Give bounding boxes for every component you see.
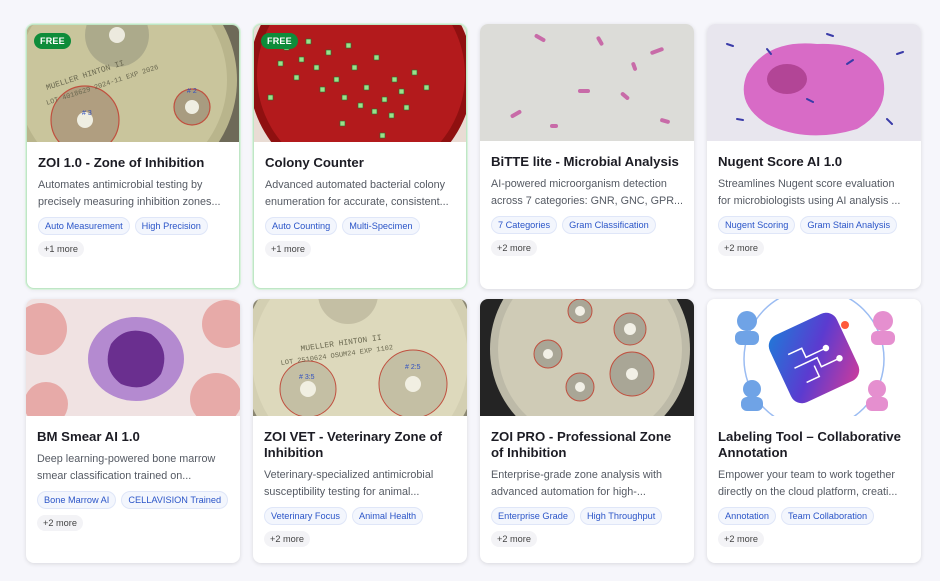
free-badge: FREE xyxy=(34,33,71,49)
tag-chip: Auto Counting xyxy=(265,217,338,235)
more-tags-chip[interactable]: +2 more xyxy=(718,240,764,256)
tag-chip: Auto Measurement xyxy=(38,217,130,235)
card-thumbnail-epithelial-cell xyxy=(707,24,921,141)
tag-chip: Gram Classification xyxy=(562,216,656,234)
card-title: Labeling Tool – Collaborative Annotation xyxy=(718,429,901,460)
card-thumbnail-agar-plate: MUELLER HINTON II LOT 2510624 OSUM24 EXP… xyxy=(253,299,467,416)
free-badge: FREE xyxy=(261,33,298,49)
more-tags-chip[interactable]: +2 more xyxy=(718,531,764,547)
more-tags-chip[interactable]: +1 more xyxy=(265,241,311,257)
card-thumbnail-bone-marrow-cell xyxy=(26,299,240,416)
card-zoi-1[interactable]: MUELLER HINTON II LOT 4018629 2024-11 EX… xyxy=(26,24,240,289)
tag-chip: High Throughput xyxy=(579,507,663,525)
zone-label: # 3:5 xyxy=(299,374,315,381)
card-description: Veterinary-specialized antimicrobial sus… xyxy=(264,469,434,498)
tag-chip: Gram Stain Analysis xyxy=(800,216,898,234)
zone-label: # 3 xyxy=(82,110,92,117)
card-description: Empower your team to work together direc… xyxy=(718,469,898,498)
card-title: BM Smear AI 1.0 xyxy=(37,429,140,444)
more-tags-chip[interactable]: +2 more xyxy=(264,531,310,547)
card-thumbnail-ai-chip xyxy=(707,299,921,416)
card-description: Advanced automated bacterial colony enum… xyxy=(265,179,449,208)
more-tags-chip[interactable]: +1 more xyxy=(38,241,84,257)
tag-chip: High Precision xyxy=(134,217,208,235)
tag-chip: Multi-Specimen xyxy=(342,217,420,235)
card-title: BiTTE lite - Microbial Analysis xyxy=(491,154,679,169)
zone-label: # 2 xyxy=(187,88,197,95)
card-thumbnail-agar-plate: MUELLER HINTON II LOT 4018629 2024-11 EX… xyxy=(27,25,239,142)
card-thumbnail-agar-plate xyxy=(480,299,694,416)
tag-chip: Animal Health xyxy=(351,507,424,525)
more-tags-chip[interactable]: +2 more xyxy=(37,515,83,531)
card-title: ZOI PRO - Professional Zone of Inhibitio… xyxy=(491,429,672,460)
tag-chip: Enterprise Grade xyxy=(491,507,575,525)
card-title: Nugent Score AI 1.0 xyxy=(718,154,843,169)
zone-label: # 2:5 xyxy=(405,364,421,371)
tag-chip: Bone Marrow AI xyxy=(37,491,117,509)
tag-chip: 7 Categories xyxy=(491,216,558,234)
more-tags-chip[interactable]: +2 more xyxy=(491,531,537,547)
tag-chip: Nugent Scoring xyxy=(718,216,796,234)
card-zoi-pro[interactable]: ZOI PRO - Professional Zone of Inhibitio… xyxy=(480,299,694,563)
tag-chip: Team Collaboration xyxy=(780,507,875,525)
card-bm-smear[interactable]: BM Smear AI 1.0 Deep learning-powered bo… xyxy=(26,299,240,563)
more-tags-chip[interactable]: +2 more xyxy=(491,240,537,256)
card-description: AI-powered microorganism detection acros… xyxy=(491,178,683,207)
card-zoi-vet[interactable]: MUELLER HINTON II LOT 2510624 OSUM24 EXP… xyxy=(253,299,467,563)
tag-chip: Veterinary Focus xyxy=(264,507,347,525)
card-labeling-tool[interactable]: Labeling Tool – Collaborative Annotation… xyxy=(707,299,921,563)
card-bitte-lite[interactable]: BiTTE lite - Microbial Analysis AI-power… xyxy=(480,24,694,289)
card-thumbnail-red-agar: FREE xyxy=(254,25,466,142)
card-title: ZOI 1.0 - Zone of Inhibition xyxy=(38,155,205,170)
card-description: Automates antimicrobial testing by preci… xyxy=(38,179,221,208)
card-thumbnail-gram-stain xyxy=(480,24,694,141)
card-title: Colony Counter xyxy=(265,155,364,170)
card-title: ZOI VET - Veterinary Zone of Inhibition xyxy=(264,429,443,460)
card-description: Deep learning-powered bone marrow smear … xyxy=(37,453,216,482)
card-description: Enterprise-grade zone analysis with adva… xyxy=(491,469,663,498)
card-description: Streamlines Nugent score evaluation for … xyxy=(718,178,901,207)
card-colony-counter[interactable]: FREE Colony Counter Advanced automated b… xyxy=(253,24,467,289)
tag-chip: Annotation xyxy=(718,507,776,525)
card-nugent-score[interactable]: Nugent Score AI 1.0 Streamlines Nugent s… xyxy=(707,24,921,289)
tag-chip: CELLAVISION Trained xyxy=(121,491,229,509)
